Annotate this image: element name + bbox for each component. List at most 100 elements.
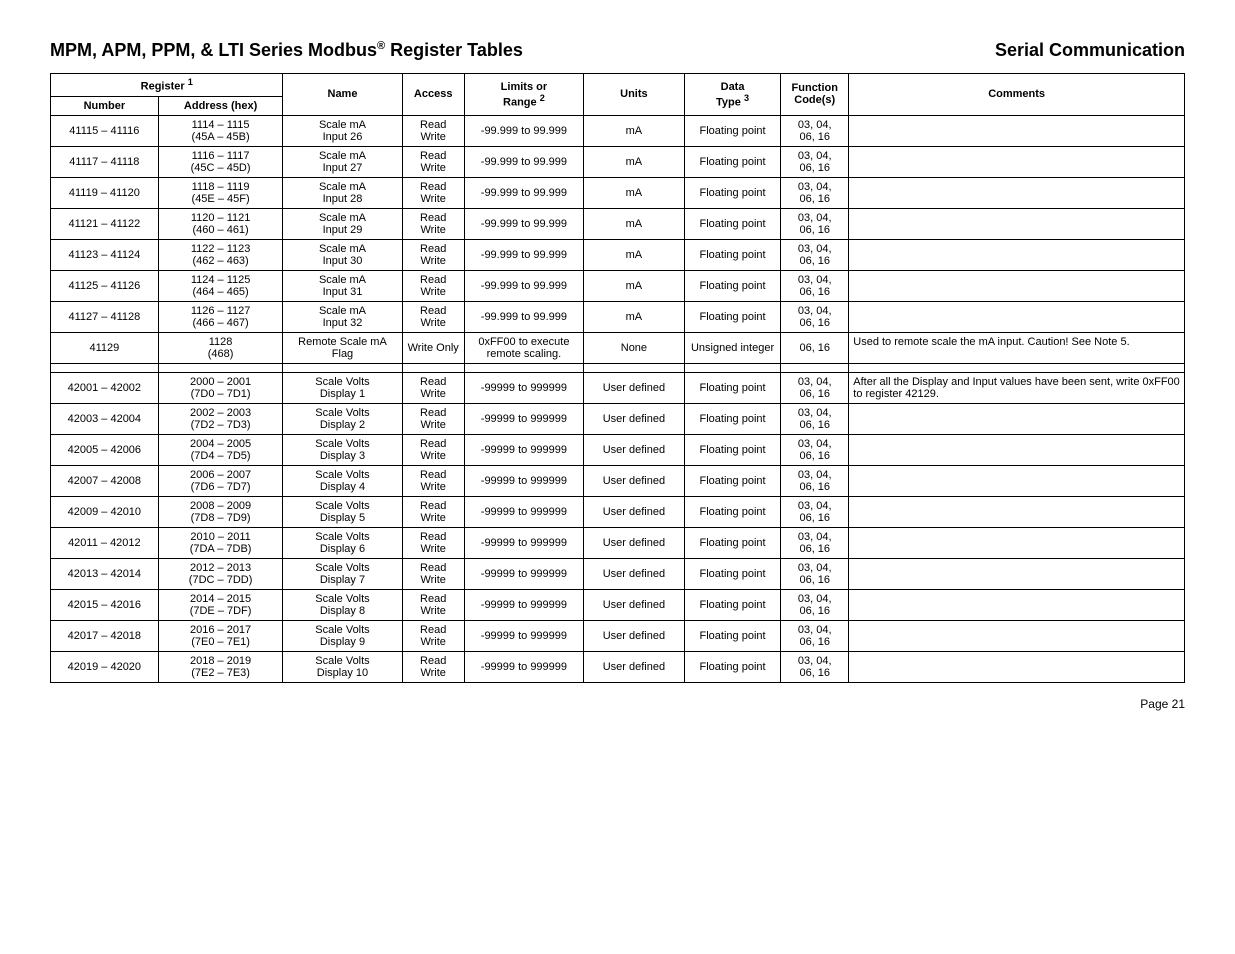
cell: Read Write (402, 651, 464, 682)
col-access: Access (402, 74, 464, 116)
cell: Read Write (402, 177, 464, 208)
cell: Read Write (402, 270, 464, 301)
header-left: MPM, APM, PPM, & LTI Series Modbus® Regi… (50, 40, 523, 61)
cell (849, 465, 1185, 496)
cell: Read Write (402, 527, 464, 558)
cell: User defined (583, 589, 684, 620)
header-right: Serial Communication (995, 40, 1185, 61)
cell: Read Write (402, 146, 464, 177)
col-range: Limits or Range 2 (464, 74, 583, 116)
cell: Read Write (402, 403, 464, 434)
cell: 42017 – 42018 (51, 620, 159, 651)
cell: User defined (583, 558, 684, 589)
cell: 2004 – 2005(7D4 – 7D5) (158, 434, 283, 465)
cell: 1126 – 1127(466 – 467) (158, 301, 283, 332)
cell (849, 403, 1185, 434)
table-row: 42003 – 420042002 – 2003(7D2 – 7D3)Scale… (51, 403, 1185, 434)
cell: Read Write (402, 434, 464, 465)
table-row: 42011 – 420122010 – 2011(7DA – 7DB)Scale… (51, 527, 1185, 558)
cell: Read Write (402, 620, 464, 651)
col-number: Number (51, 96, 159, 115)
col-register: Register 1 (51, 74, 283, 97)
cell: -99999 to 999999 (464, 465, 583, 496)
cell: Scale VoltsDisplay 1 (283, 372, 402, 403)
cell: -99.999 to 99.999 (464, 208, 583, 239)
cell: 1114 – 1115(45A – 45B) (158, 115, 283, 146)
cell: Floating point (684, 496, 780, 527)
table-row: 42001 – 420022000 – 2001(7D0 – 7D1)Scale… (51, 372, 1185, 403)
cell: Read Write (402, 239, 464, 270)
cell (849, 496, 1185, 527)
cell: Write Only (402, 332, 464, 363)
cell: 42001 – 42002 (51, 372, 159, 403)
cell: 42013 – 42014 (51, 558, 159, 589)
cell: Floating point (684, 301, 780, 332)
cell: 03, 04,06, 16 (781, 239, 849, 270)
table-row: 42017 – 420182016 – 2017(7E0 – 7E1)Scale… (51, 620, 1185, 651)
cell: 1116 – 1117(45C – 45D) (158, 146, 283, 177)
cell: User defined (583, 620, 684, 651)
cell: 2010 – 2011(7DA – 7DB) (158, 527, 283, 558)
cell: Floating point (684, 589, 780, 620)
cell: Read Write (402, 208, 464, 239)
cell: 2014 – 2015(7DE – 7DF) (158, 589, 283, 620)
cell: Floating point (684, 651, 780, 682)
cell: Scale VoltsDisplay 2 (283, 403, 402, 434)
cell: 03, 04,06, 16 (781, 208, 849, 239)
page-header: MPM, APM, PPM, & LTI Series Modbus® Regi… (50, 40, 1185, 61)
cell: Floating point (684, 434, 780, 465)
cell: 06, 16 (781, 332, 849, 363)
cell: Read Write (402, 558, 464, 589)
cell: Floating point (684, 239, 780, 270)
registered-mark: ® (377, 40, 385, 52)
cell: Floating point (684, 527, 780, 558)
cell (849, 115, 1185, 146)
cell: 42009 – 42010 (51, 496, 159, 527)
cell: 42007 – 42008 (51, 465, 159, 496)
cell: 42003 – 42004 (51, 403, 159, 434)
cell (849, 589, 1185, 620)
cell: mA (583, 239, 684, 270)
cell: -99999 to 999999 (464, 372, 583, 403)
register-table: Register 1 Name Access Limits or Range 2… (50, 73, 1185, 683)
cell: Floating point (684, 146, 780, 177)
cell: -99999 to 999999 (464, 434, 583, 465)
cell: User defined (583, 403, 684, 434)
cell: 42015 – 42016 (51, 589, 159, 620)
cell: 03, 04,06, 16 (781, 115, 849, 146)
table-row: 42015 – 420162014 – 2015(7DE – 7DF)Scale… (51, 589, 1185, 620)
cell: 03, 04,06, 16 (781, 372, 849, 403)
cell: -99.999 to 99.999 (464, 177, 583, 208)
col-comments: Comments (849, 74, 1185, 116)
cell: Scale VoltsDisplay 5 (283, 496, 402, 527)
cell: Scale mAInput 30 (283, 239, 402, 270)
cell: Read Write (402, 301, 464, 332)
cell (849, 177, 1185, 208)
cell: 42019 – 42020 (51, 651, 159, 682)
cell: Scale mAInput 32 (283, 301, 402, 332)
table-row (51, 363, 1185, 372)
cell (849, 527, 1185, 558)
cell: Scale mAInput 31 (283, 270, 402, 301)
cell: mA (583, 301, 684, 332)
cell: -99999 to 999999 (464, 527, 583, 558)
table-row: 411291128(468)Remote Scale mAFlagWrite O… (51, 332, 1185, 363)
cell: Scale VoltsDisplay 7 (283, 558, 402, 589)
table-row: 41117 – 411181116 – 1117(45C – 45D)Scale… (51, 146, 1185, 177)
cell: 2000 – 2001(7D0 – 7D1) (158, 372, 283, 403)
cell: Read Write (402, 465, 464, 496)
cell: 03, 04,06, 16 (781, 403, 849, 434)
cell: Floating point (684, 558, 780, 589)
header-left-prefix: MPM, APM, PPM, & LTI Series Modbus (50, 40, 377, 60)
table-row: 41127 – 411281126 – 1127(466 – 467)Scale… (51, 301, 1185, 332)
table-head: Register 1 Name Access Limits or Range 2… (51, 74, 1185, 116)
cell: 41119 – 41120 (51, 177, 159, 208)
cell: 41123 – 41124 (51, 239, 159, 270)
cell: Floating point (684, 372, 780, 403)
cell: mA (583, 270, 684, 301)
col-units: Units (583, 74, 684, 116)
cell: Scale mAInput 29 (283, 208, 402, 239)
table-row: 42007 – 420082006 – 2007(7D6 – 7D7)Scale… (51, 465, 1185, 496)
cell: Read Write (402, 589, 464, 620)
col-address: Address (hex) (158, 96, 283, 115)
